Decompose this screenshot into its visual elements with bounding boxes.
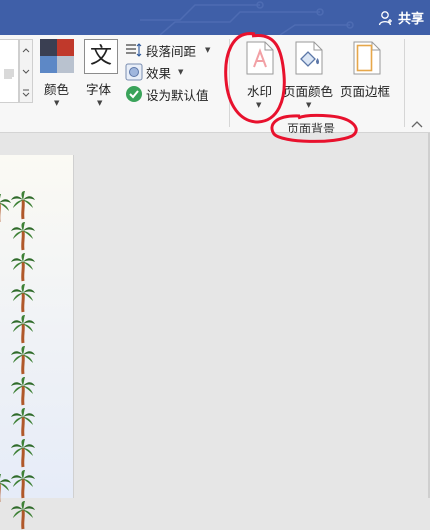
palm-tree-icon: [11, 439, 35, 468]
palm-tree-icon: [11, 284, 35, 313]
page-color-button[interactable]: 页面颜色 ▼: [283, 39, 337, 119]
palm-tree-icon: [11, 346, 35, 375]
page-borders-icon: [353, 41, 381, 75]
palm-tree-icon: [11, 315, 35, 344]
collapse-ribbon-icon[interactable]: [410, 119, 424, 129]
set-as-default-label: 设为默认值: [146, 88, 209, 103]
colors-label: 颜色: [44, 82, 70, 97]
effects-button[interactable]: 效果 ▼: [125, 63, 195, 81]
title-bar: 共享: [0, 0, 430, 35]
fonts-button[interactable]: 文 字体 ▼: [82, 39, 120, 117]
watermark-button[interactable]: 水印 ▼: [238, 39, 280, 119]
paragraph-spacing-label: 段落间距: [146, 44, 197, 59]
chevron-down-icon: ▼: [306, 101, 312, 109]
fonts-label: 字体: [86, 82, 112, 97]
fonts-icon: 文: [84, 39, 118, 74]
document-area[interactable]: [0, 133, 430, 530]
page-color-label: 页面颜色: [283, 84, 334, 99]
paragraph-spacing-icon: [126, 43, 142, 57]
palm-tree-icon: [11, 191, 35, 220]
effects-icon: [125, 63, 143, 81]
document-page[interactable]: [0, 155, 74, 530]
gallery-scroll-arrows-icon: [22, 48, 30, 97]
paragraph-spacing-button[interactable]: 段落间距 ▼: [125, 41, 215, 59]
style-thumbnail-icon: [4, 69, 14, 79]
fonts-glyph: 文: [89, 44, 112, 69]
circuit-pattern-icon: [140, 1, 354, 35]
chevron-down-icon: ▼: [54, 99, 60, 107]
chevron-down-icon: ▼: [178, 68, 184, 76]
gallery-scroll[interactable]: [19, 39, 33, 103]
person-add-icon: [378, 10, 392, 25]
chevron-down-icon: ▼: [256, 101, 262, 109]
share-button[interactable]: 共享: [378, 8, 424, 27]
watermark-icon: [246, 41, 274, 75]
checkmark-icon: [126, 86, 142, 102]
palm-tree-icon: [11, 501, 35, 530]
page-borders-button[interactable]: 页面边框: [339, 39, 395, 119]
colors-button[interactable]: 颜色 ▼: [38, 39, 78, 117]
set-as-default-button[interactable]: 设为默认值: [125, 85, 220, 103]
style-gallery[interactable]: [0, 39, 19, 103]
palm-tree-icon: [0, 474, 11, 502]
palm-tree-icon: [11, 408, 35, 437]
page-color-icon: [295, 41, 323, 75]
palm-tree-icon: [11, 377, 35, 406]
group-divider: [404, 39, 405, 127]
chevron-down-icon: ▼: [97, 99, 103, 107]
effects-label: 效果: [146, 66, 172, 81]
palm-tree-icon: [11, 470, 35, 499]
chevron-down-icon: ▼: [205, 46, 211, 54]
group-divider: [229, 39, 230, 127]
palm-tree-icon: [11, 253, 35, 282]
palm-tree-icon: [11, 222, 35, 251]
share-label: 共享: [397, 12, 424, 27]
watermark-label: 水印: [247, 84, 273, 99]
ribbon-design-tab: 颜色 ▼ 文 字体 ▼ 段落间距 ▼ 效果 ▼ 设为默认值 水印 ▼ 页面颜色 …: [0, 35, 430, 136]
page-borders-label: 页面边框: [340, 84, 391, 99]
color-palette-icon: [40, 39, 74, 73]
